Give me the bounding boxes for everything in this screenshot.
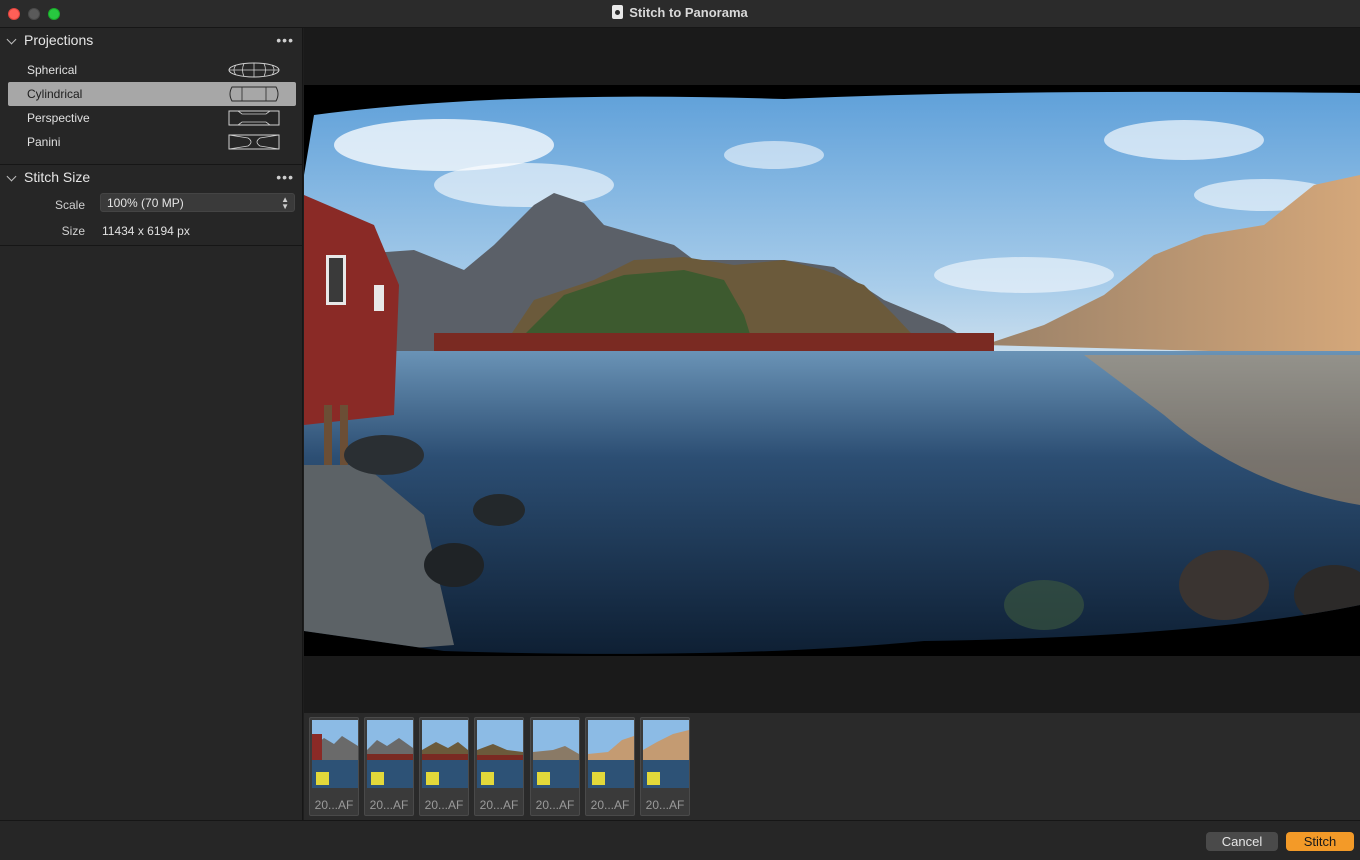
thumbnail-label: 20...AF — [535, 798, 575, 812]
panorama-image — [304, 91, 1360, 654]
thumbnail-label: 20...AF — [645, 798, 685, 812]
thumbnail[interactable]: 20...AF — [364, 717, 414, 816]
thumbnail-image — [422, 720, 468, 788]
thumbnail[interactable]: 20...AF — [640, 717, 690, 816]
size-label: Size — [61, 224, 85, 238]
thumbnail[interactable]: 20...AF — [530, 717, 580, 816]
projection-label: Perspective — [27, 111, 90, 125]
thumbnail-image — [367, 720, 413, 788]
projections-more-icon[interactable]: ••• — [276, 32, 294, 48]
badge-icon — [537, 772, 550, 785]
stitch-size-more-icon[interactable]: ••• — [276, 169, 294, 185]
projection-label: Cylindrical — [27, 87, 83, 101]
projection-item-perspective[interactable]: Perspective — [8, 106, 296, 130]
thumbnail[interactable]: 20...AF — [419, 717, 469, 816]
projections-section-header[interactable]: Projections ••• — [0, 28, 302, 54]
window-title: Stitch to Panorama — [629, 5, 748, 20]
panorama-preview — [304, 28, 1360, 713]
thumbnail-image — [477, 720, 523, 788]
thumbnail-image — [588, 720, 634, 788]
window-title-group: Stitch to Panorama — [0, 5, 1360, 20]
projection-item-cylindrical[interactable]: Cylindrical — [8, 82, 296, 106]
projections-list: Spherical Cylindrical Perspective Panini — [0, 54, 302, 162]
stitch-size-section-header[interactable]: Stitch Size ••• — [0, 165, 302, 191]
thumbnail-image — [533, 720, 579, 788]
scale-value: 100% (70 MP) — [107, 196, 184, 210]
projection-item-panini[interactable]: Panini — [8, 130, 296, 154]
badge-icon — [592, 772, 605, 785]
badge-icon — [316, 772, 329, 785]
title-bar: Stitch to Panorama — [0, 0, 1360, 28]
cylindrical-projection-icon — [229, 86, 279, 102]
size-row: Size 11434 x 6194 px — [0, 217, 302, 243]
stitch-size-title: Stitch Size — [24, 169, 91, 185]
thumbnail-label: 20...AF — [314, 798, 354, 812]
perspective-projection-icon — [228, 110, 280, 126]
thumbnail-label: 20...AF — [369, 798, 409, 812]
chevron-down-icon[interactable] — [6, 171, 17, 182]
projection-label: Spherical — [27, 63, 78, 77]
thumbnail[interactable]: 20...AF — [585, 717, 635, 816]
projections-title: Projections — [24, 32, 94, 48]
stitch-panorama-window: Stitch to Panorama Projections ••• Spher… — [0, 0, 1360, 860]
panini-projection-icon — [228, 134, 280, 150]
filmstrip: 20...AF 20...AF 20...AF 20...AF 20...AF … — [304, 713, 1360, 820]
size-value: 11434 x 6194 px — [102, 224, 190, 238]
thumbnail-label: 20...AF — [590, 798, 630, 812]
badge-icon — [371, 772, 384, 785]
projection-item-spherical[interactable]: Spherical — [8, 58, 296, 82]
badge-icon — [481, 772, 494, 785]
scale-row: Scale 100% (70 MP) ▲ ▼ — [0, 191, 302, 217]
thumbnail-image — [312, 720, 358, 788]
stitch-button[interactable]: Stitch — [1286, 832, 1354, 851]
badge-icon — [647, 772, 660, 785]
thumbnail[interactable]: 20...AF — [474, 717, 524, 816]
badge-icon — [426, 772, 439, 785]
section-divider — [0, 245, 302, 246]
chevron-down-icon[interactable] — [6, 34, 17, 45]
thumbnail-image — [643, 720, 689, 788]
document-icon — [612, 5, 624, 19]
sidebar: Projections ••• Spherical Cylindrical Pe… — [0, 28, 303, 820]
cancel-button[interactable]: Cancel — [1206, 832, 1278, 851]
thumbnail-label: 20...AF — [479, 798, 519, 812]
projection-label: Panini — [27, 135, 61, 149]
scale-label: Scale — [54, 198, 85, 212]
spherical-projection-icon — [228, 62, 280, 78]
thumbnail[interactable]: 20...AF — [309, 717, 359, 816]
thumbnail-label: 20...AF — [424, 798, 464, 812]
chevron-updown-icon: ▲ ▼ — [281, 195, 289, 211]
bottom-action-bar: Cancel Stitch — [0, 820, 1360, 860]
scale-select[interactable]: 100% (70 MP) ▲ ▼ — [100, 193, 295, 212]
